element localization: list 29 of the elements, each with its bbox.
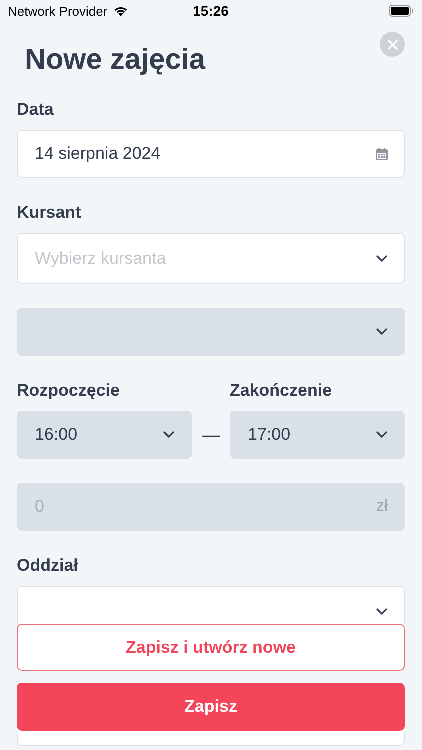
calendar-icon	[376, 148, 388, 160]
time-value: 16:00	[35, 425, 78, 445]
select-field[interactable]	[17, 586, 405, 624]
range-dash: —	[202, 424, 220, 447]
field-label: Oddział	[17, 555, 80, 577]
field-label: Data	[17, 99, 55, 121]
field-value: 14 sierpnia 2024	[35, 144, 161, 164]
battery-icon	[389, 5, 414, 17]
date-field[interactable]: 14 sierpnia 2024	[17, 130, 405, 178]
time-value: 17:00	[248, 425, 291, 445]
chevron-icon	[376, 254, 388, 262]
page-title: Nowe zajęcia	[25, 44, 206, 77]
carrier-name: Network Provider	[8, 4, 108, 18]
save-and-new-button[interactable]: Zapisz i utwórz nowe	[17, 624, 405, 671]
chevron-icon	[376, 328, 388, 336]
chevron-icon	[376, 608, 388, 616]
status-time: 15:26	[193, 3, 229, 19]
chevron-icon	[376, 431, 388, 439]
select-field[interactable]	[17, 731, 405, 746]
chevron-icon	[163, 431, 175, 439]
field-label: Zakończenie	[230, 380, 334, 402]
close-button[interactable]	[380, 32, 405, 57]
currency-suffix: zł	[376, 498, 388, 516]
wifi-icon	[112, 5, 129, 17]
close-icon	[388, 40, 398, 50]
field-placeholder: Wybierz kursanta	[35, 248, 166, 268]
field-label: Kursant	[17, 202, 82, 224]
field-label: Rozpoczęcie	[17, 380, 121, 402]
save-button[interactable]: Zapisz	[17, 683, 405, 731]
